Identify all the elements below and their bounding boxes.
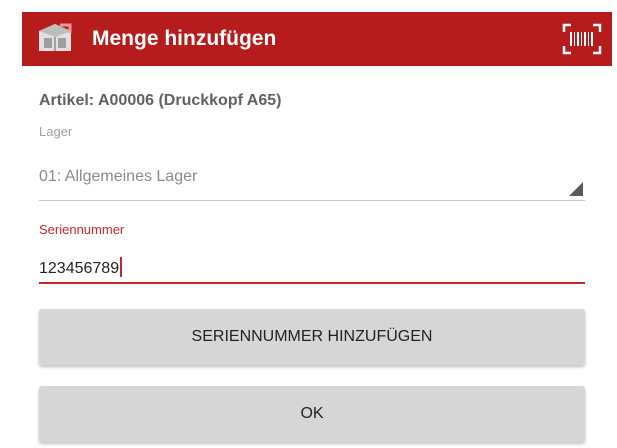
screen: Menge hinzufügen Artikel: A00006 (Druckk…: [0, 0, 617, 448]
serial-number-value: 123456789: [39, 257, 123, 278]
ok-button[interactable]: OK: [39, 386, 585, 442]
article-info: Artikel: A00006 (Druckkopf A65): [39, 92, 282, 109]
serial-number-label: Seriennummer: [39, 222, 125, 237]
serial-number-input[interactable]: 123456789: [39, 250, 585, 284]
barcode-scan-icon[interactable]: [562, 23, 602, 55]
dropdown-arrow-icon: [569, 182, 583, 196]
page-title: Menge hinzufügen: [92, 27, 277, 50]
lager-label: Lager: [39, 124, 73, 139]
add-serial-number-button[interactable]: SERIENNUMMER HINZUFÜGEN: [39, 309, 585, 365]
lager-select[interactable]: 01: Allgemeines Lager: [39, 160, 585, 201]
text-cursor: [120, 257, 123, 277]
warehouse-box-icon: [39, 23, 72, 51]
serial-number-text: 123456789: [39, 260, 120, 277]
app-bar: Menge hinzufügen: [22, 12, 612, 66]
lager-select-value: 01: Allgemeines Lager: [39, 168, 198, 185]
